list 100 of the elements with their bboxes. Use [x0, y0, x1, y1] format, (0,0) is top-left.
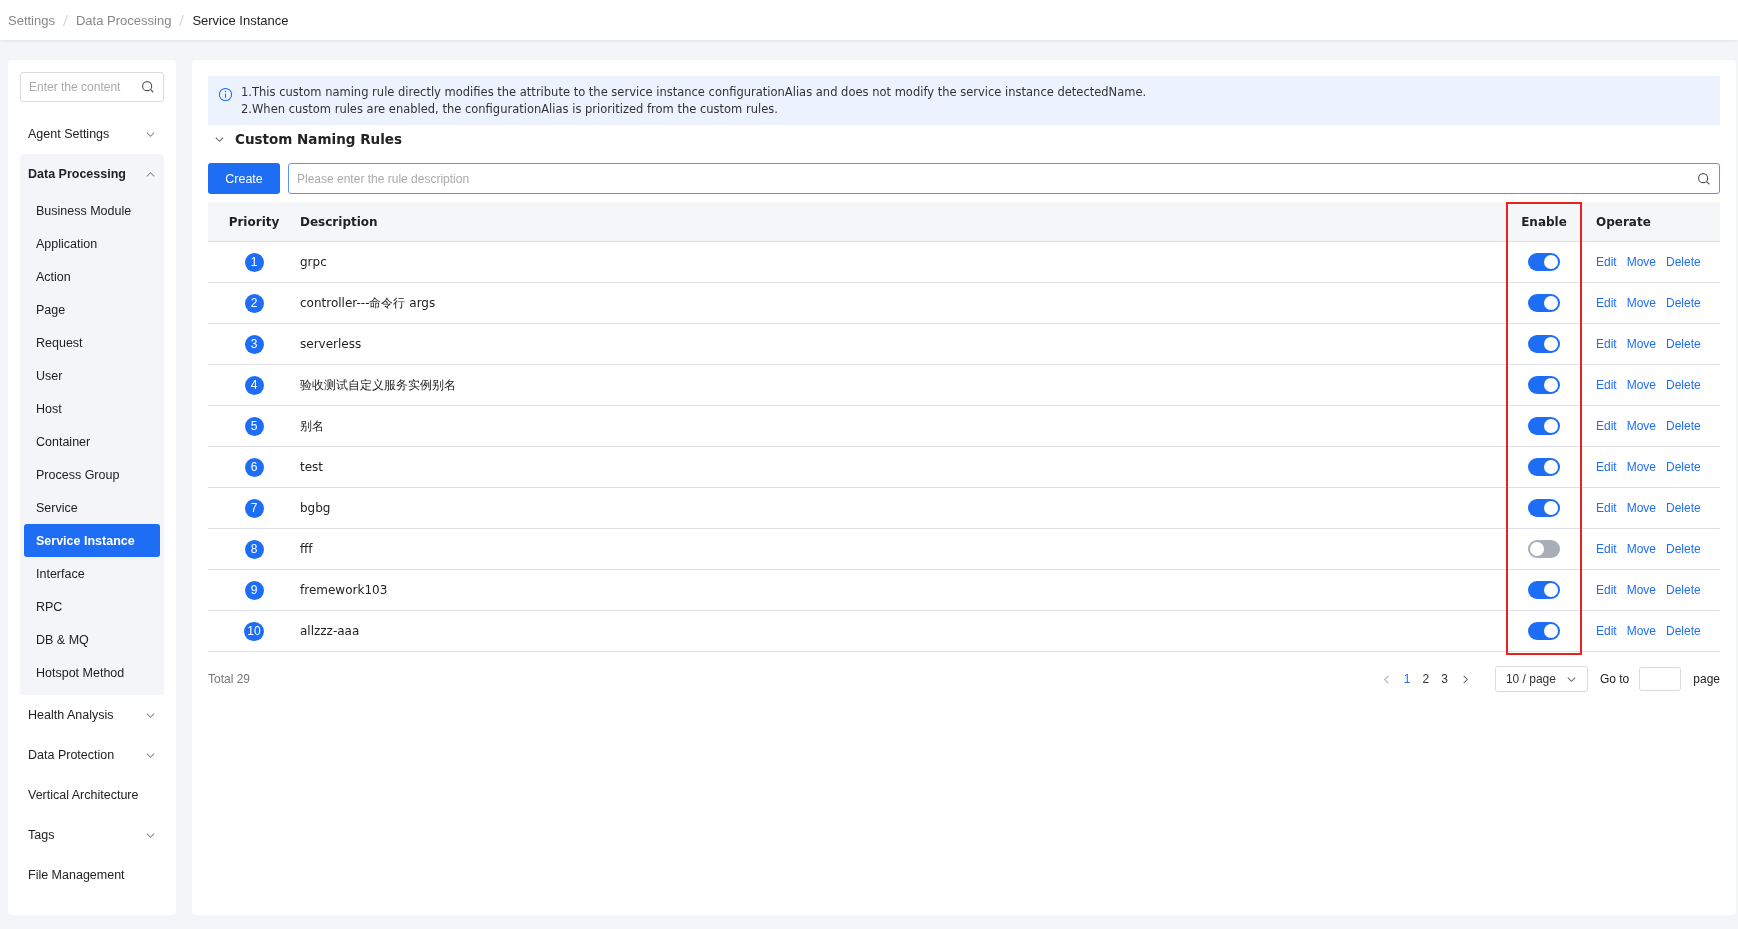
action-link[interactable]: Edit — [1596, 624, 1617, 638]
action-link[interactable]: Move — [1626, 337, 1657, 351]
table-cell: 别名 — [300, 418, 324, 433]
sidebar-item[interactable]: Tags — [20, 815, 164, 855]
sidebar-item[interactable]: File Management — [20, 855, 164, 895]
action-link[interactable]: Delete — [1666, 378, 1701, 392]
notice-text: 1.This custom naming rule directly modifies the attribute to the service instance configurationAlias and does not modify the service instance detectedName. — [241, 85, 1147, 99]
column-header: Enable — [1520, 214, 1568, 229]
sidebar-item[interactable]: Interface — [24, 557, 160, 590]
sidebar-item[interactable]: Action — [24, 260, 160, 293]
action-link[interactable]: Move — [1626, 296, 1657, 310]
sidebar-item[interactable]: Page — [24, 293, 160, 326]
action-link[interactable]: Edit — [1596, 296, 1617, 310]
sidebar-item[interactable]: Agent Settings — [20, 114, 164, 154]
page-input[interactable] — [1639, 667, 1682, 691]
page-size-select[interactable]: 10 / page — [1494, 666, 1588, 692]
sidebar-item[interactable]: Process Group — [24, 458, 160, 491]
table-cell: fremework103 — [300, 583, 388, 597]
column-header: Operate — [1595, 214, 1652, 229]
action-link[interactable]: Move — [1626, 378, 1657, 392]
action-link[interactable]: Move — [1626, 419, 1657, 433]
action-link[interactable]: Delete — [1666, 624, 1701, 638]
table-cell: allzzz-aaa — [300, 624, 360, 638]
action-link[interactable]: Delete — [1666, 337, 1701, 351]
action-link[interactable]: Move — [1626, 501, 1657, 515]
toggle-switch[interactable] — [1528, 499, 1560, 517]
action-link[interactable]: Edit — [1596, 583, 1617, 597]
page-number[interactable]: 3 — [1441, 672, 1448, 686]
priority-badge: 2 — [244, 293, 264, 313]
toggle-switch[interactable] — [1528, 622, 1560, 640]
sidebar-item[interactable]: Container — [24, 425, 160, 458]
search-icon — [141, 80, 155, 94]
action-link[interactable]: Edit — [1596, 255, 1617, 269]
sidebar-item[interactable]: Service Instance — [24, 524, 160, 557]
sidebar-item[interactable]: RPC — [24, 590, 160, 623]
action-link[interactable]: Delete — [1666, 296, 1701, 310]
action-link[interactable]: Delete — [1666, 583, 1701, 597]
priority-badge: 4 — [244, 375, 264, 395]
action-link[interactable]: Move — [1626, 624, 1657, 638]
toggle-switch[interactable] — [1528, 376, 1560, 394]
action-link[interactable]: Edit — [1596, 501, 1617, 515]
action-link[interactable]: Edit — [1596, 460, 1617, 474]
action-link[interactable]: Delete — [1666, 255, 1701, 269]
sidebar-item[interactable]: Health Analysis — [20, 695, 164, 735]
toggle-switch[interactable] — [1528, 294, 1560, 312]
create-button[interactable]: Create — [208, 163, 280, 194]
search-icon — [1697, 171, 1711, 186]
section-title: Custom Naming Rules — [235, 131, 402, 147]
goto-label: Go to — [1599, 672, 1630, 686]
sidebar-item[interactable]: Request — [24, 326, 160, 359]
table-cell: grpc — [300, 255, 327, 269]
action-link[interactable]: Move — [1626, 460, 1657, 474]
breadcrumb-link[interactable]: Settings — [8, 12, 55, 28]
action-link[interactable]: Edit — [1596, 419, 1617, 433]
toggle-switch[interactable] — [1528, 458, 1560, 476]
priority-badge: 6 — [244, 457, 264, 477]
action-link[interactable]: Edit — [1596, 337, 1617, 351]
action-link[interactable]: Edit — [1596, 542, 1617, 556]
sidebar-item[interactable]: Data Protection — [20, 735, 164, 775]
search-field[interactable]: Please enter the rule description — [288, 163, 1720, 194]
toggle-switch[interactable] — [1528, 581, 1560, 599]
table-cell: test — [300, 460, 324, 474]
sidebar-item[interactable]: DB & MQ — [24, 623, 160, 656]
toggle-switch[interactable] — [1528, 335, 1560, 353]
action-link[interactable]: Edit — [1596, 378, 1617, 392]
info-icon — [218, 87, 233, 102]
priority-badge: 3 — [244, 334, 264, 354]
column-header: Description — [300, 214, 379, 229]
sidebar-item[interactable]: Service — [24, 491, 160, 524]
action-link[interactable]: Move — [1626, 542, 1657, 556]
page-number[interactable]: 2 — [1422, 672, 1430, 686]
sidebar-item[interactable]: Application — [24, 227, 160, 260]
table-cell: fff — [300, 542, 313, 556]
toggle-switch[interactable] — [1528, 540, 1560, 558]
column-header: Priority — [227, 214, 281, 229]
priority-badge: 10 — [244, 621, 264, 641]
sidebar-item[interactable]: Hotspot Method — [24, 656, 160, 689]
action-link[interactable]: Delete — [1666, 460, 1701, 474]
priority-badge: 9 — [244, 580, 264, 600]
sidebar-item[interactable]: Host — [24, 392, 160, 425]
priority-badge: 5 — [244, 416, 264, 436]
total-count: Total 29 — [208, 672, 251, 686]
action-link[interactable]: Delete — [1666, 542, 1701, 556]
breadcrumb-link[interactable]: Service Instance — [192, 12, 289, 28]
sidebar-item[interactable]: User — [24, 359, 160, 392]
page-number[interactable]: 1 — [1403, 672, 1411, 686]
sidebar-item[interactable]: Data Processing — [20, 154, 164, 194]
action-link[interactable]: Delete — [1666, 419, 1701, 433]
action-link[interactable]: Delete — [1666, 501, 1701, 515]
table-cell: serverless — [300, 337, 362, 351]
sidebar-item[interactable]: Business Module — [24, 194, 160, 227]
action-link[interactable]: Move — [1626, 583, 1657, 597]
table-cell: 验收测试自定义服务实例别名 — [300, 377, 456, 392]
toggle-switch[interactable] — [1528, 253, 1560, 271]
toggle-switch[interactable] — [1528, 417, 1560, 435]
notice-text: 2.When custom rules are enabled, the configurationAlias is prioritized from the custom rules. — [241, 102, 779, 116]
action-link[interactable]: Move — [1626, 255, 1657, 269]
sidebar-item[interactable]: Vertical Architecture — [20, 775, 164, 815]
breadcrumb-link[interactable]: Data Processing — [76, 12, 172, 28]
priority-badge: 1 — [244, 252, 264, 272]
